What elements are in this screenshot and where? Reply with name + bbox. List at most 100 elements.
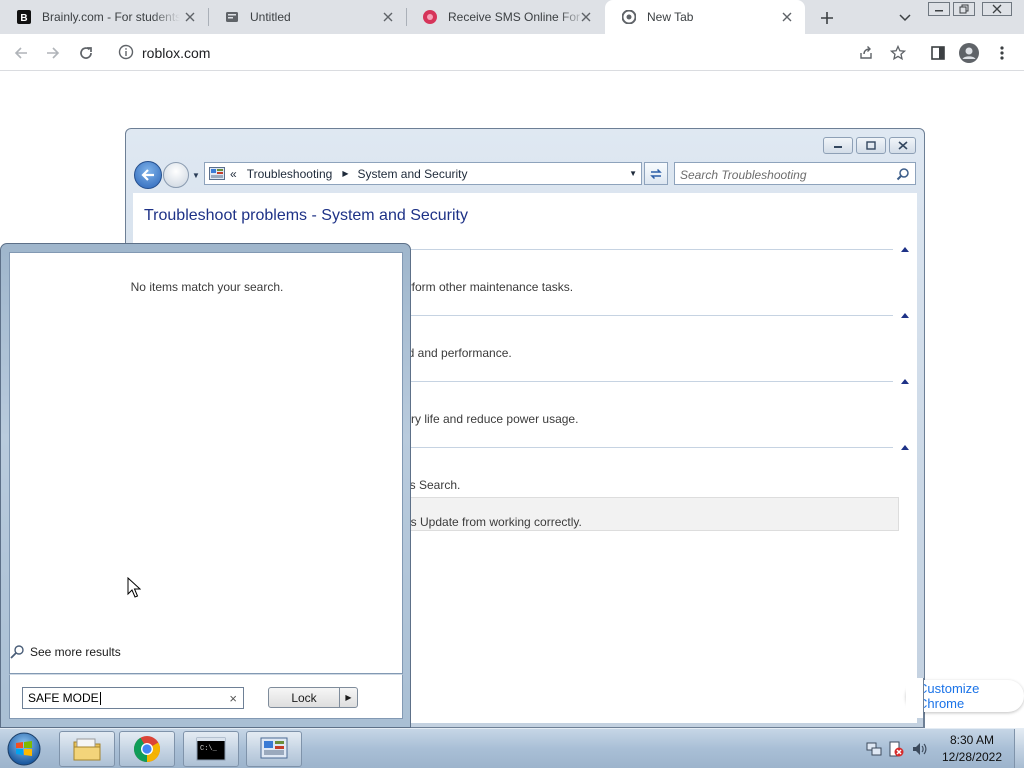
browser-tab-strip: B Brainly.com - For students Untitled Re… (0, 0, 1024, 34)
system-tray (864, 729, 930, 768)
restore-icon (959, 4, 969, 14)
collapse-up-icon[interactable] (900, 443, 910, 451)
start-search-input[interactable]: SAFE MODE × (22, 687, 244, 709)
start-button[interactable] (4, 730, 44, 768)
cp-window-edge-overlay (906, 678, 924, 718)
close-tab-icon[interactable] (578, 9, 594, 25)
start-menu-footer: SAFE MODE × Lock ▶ (9, 674, 403, 719)
arrow-right-icon (47, 47, 60, 59)
taskbar-clock[interactable]: 8:30 AM 12/28/2022 (934, 732, 1010, 766)
minimize-icon (834, 145, 842, 148)
show-desktop-button[interactable] (1014, 729, 1024, 768)
network-icon[interactable] (864, 741, 884, 757)
breadcrumb-prefix[interactable]: « (230, 167, 237, 181)
text-caret (99, 691, 101, 705)
back-button[interactable] (8, 40, 34, 66)
search-icon[interactable] (896, 167, 910, 184)
side-panel-icon (931, 46, 945, 60)
minimize-window-button[interactable] (928, 2, 950, 16)
forward-button[interactable] (40, 40, 66, 66)
troubleshooter-item-hovered[interactable]: ws Update from working correctly. (401, 497, 899, 531)
share-icon (860, 46, 872, 59)
cp-address-bar[interactable]: « Troubleshooting ▶ System and Security … (204, 162, 642, 185)
clock-date: 12/28/2022 (941, 750, 1003, 764)
close-tab-icon[interactable] (182, 9, 198, 25)
collapse-up-icon[interactable] (900, 377, 910, 385)
taskbar-command-prompt[interactable]: C:\_ (183, 731, 239, 767)
windows-logo-icon (7, 732, 41, 766)
maximize-icon (866, 141, 876, 150)
profile-button[interactable] (956, 40, 982, 66)
side-panel-button[interactable] (925, 40, 951, 66)
action-center-alert-icon[interactable] (884, 741, 908, 757)
clock-time: 8:30 AM (949, 733, 995, 747)
star-icon (890, 45, 906, 61)
volume-icon[interactable] (908, 741, 930, 757)
tab-new-tab[interactable]: New Tab (605, 0, 805, 34)
svg-text:C:\_: C:\_ (200, 745, 218, 753)
tab-title: Brainly.com - For students (42, 10, 180, 24)
plus-icon (821, 12, 833, 24)
cp-back-button[interactable] (134, 161, 162, 189)
sms-site-logo-icon (422, 9, 438, 25)
cp-close-button[interactable] (889, 137, 916, 154)
troubleshooter-description[interactable]: erform other maintenance tasks. (401, 280, 573, 294)
collapse-up-icon[interactable] (900, 245, 910, 253)
close-tab-icon[interactable] (779, 9, 795, 25)
svg-text:B: B (20, 13, 27, 24)
brainly-logo-icon: B (16, 9, 32, 25)
collapse-up-icon[interactable] (900, 311, 910, 319)
cp-minimize-button[interactable] (823, 137, 853, 154)
command-prompt-icon: C:\_ (196, 737, 226, 761)
chrome-icon (621, 9, 637, 25)
cp-forward-button[interactable] (163, 162, 189, 188)
new-tab-button[interactable] (816, 7, 838, 29)
cp-refresh-button[interactable] (644, 162, 668, 185)
see-more-results-link[interactable]: See more results (9, 644, 121, 660)
troubleshooter-description[interactable]: ed and performance. (401, 346, 512, 360)
close-window-button[interactable] (982, 2, 1012, 16)
address-dropdown-icon[interactable]: ▼ (629, 169, 637, 178)
reload-icon (80, 47, 92, 59)
arrow-left-icon (14, 47, 27, 59)
page-title: Troubleshoot problems - System and Secur… (144, 207, 468, 224)
kebab-menu-icon (1000, 46, 1004, 60)
share-button[interactable] (853, 40, 879, 66)
breadcrumb-troubleshooting[interactable]: Troubleshooting (247, 167, 333, 181)
cp-maximize-button[interactable] (856, 137, 886, 154)
tab-brainly[interactable]: B Brainly.com - For students (0, 0, 208, 34)
tab-title: Untitled (250, 10, 291, 24)
taskbar-google-chrome[interactable] (119, 731, 175, 767)
breadcrumb-separator-icon[interactable]: ▶ (342, 169, 348, 178)
arrow-left-icon (141, 169, 154, 181)
refresh-icon (650, 168, 662, 179)
restore-window-button[interactable] (953, 2, 975, 16)
taskbar-control-panel[interactable] (246, 731, 302, 767)
recent-pages-dropdown[interactable]: ▼ (192, 171, 200, 180)
chrome-menu-button[interactable] (989, 40, 1015, 66)
lock-button[interactable]: Lock (268, 687, 340, 708)
close-icon (992, 4, 1002, 14)
window-caption-buttons (820, 137, 916, 154)
tab-search-button[interactable] (895, 8, 915, 28)
tab-title: Receive SMS Online For Free (448, 10, 586, 24)
tab-untitled[interactable]: Untitled (208, 0, 406, 34)
troubleshooter-description[interactable]: tery life and reduce power usage. (401, 412, 578, 426)
avatar-icon (959, 43, 979, 63)
start-search-value: SAFE MODE (28, 691, 99, 705)
minimize-icon (935, 10, 943, 12)
folder-icon (73, 738, 101, 761)
bookmark-button[interactable] (885, 40, 911, 66)
cp-search-box[interactable]: Search Troubleshooting (674, 162, 916, 185)
close-tab-icon[interactable] (380, 9, 396, 25)
taskbar: C:\_ 8:30 AM 12/28/2022 (0, 728, 1024, 768)
power-options-arrow-icon[interactable]: ▶ (339, 687, 358, 708)
taskbar-windows-explorer[interactable] (59, 731, 115, 767)
site-info-icon[interactable] (118, 44, 134, 63)
breadcrumb-system-and-security[interactable]: System and Security (357, 167, 467, 181)
reload-button[interactable] (73, 40, 99, 66)
chrome-icon (133, 736, 161, 763)
tab-receive-sms[interactable]: Receive SMS Online For Free (406, 0, 604, 34)
start-menu: No items match your search. See more res… (0, 243, 411, 728)
clear-search-icon[interactable]: × (229, 691, 237, 706)
